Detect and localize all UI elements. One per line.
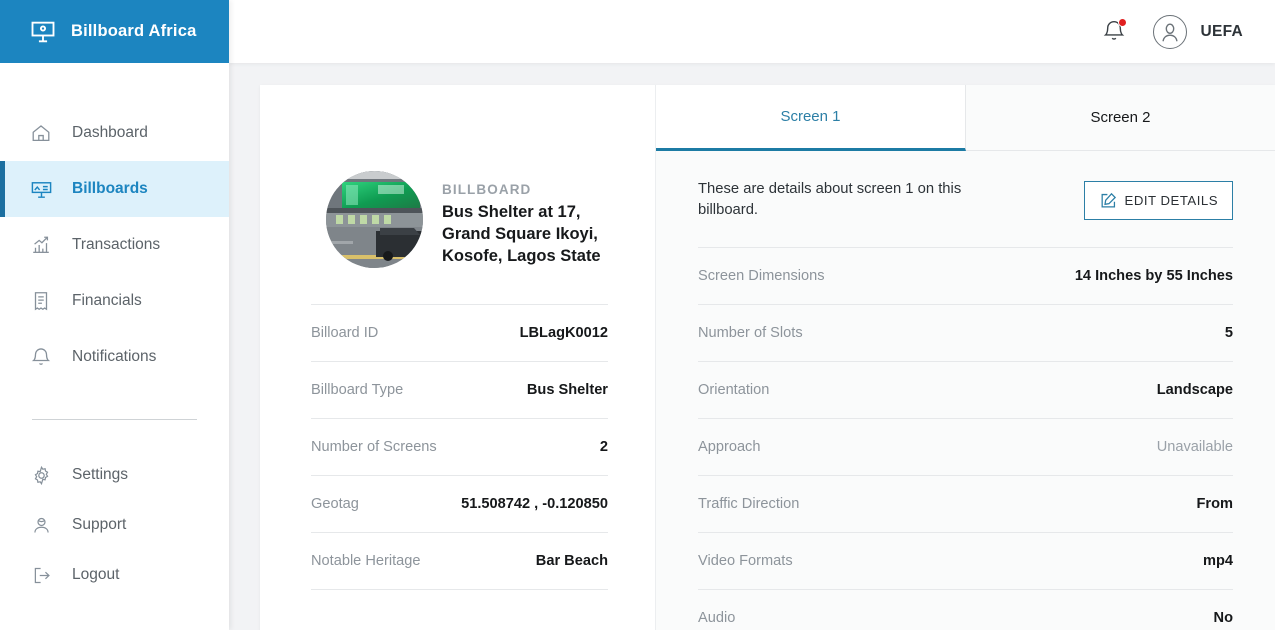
table-row: Orientation Landscape [698, 361, 1233, 418]
table-row: Billboard Type Bus Shelter [311, 361, 608, 418]
sidebar: Billboard Africa Dashboard Billb [0, 0, 229, 630]
row-label: Video Formats [698, 553, 793, 569]
billboard-title: Bus Shelter at 17, Grand Square Ikoyi, K… [442, 202, 622, 267]
top-header-bar: UEFA [229, 0, 1275, 63]
billboard-thumbnail [326, 171, 423, 268]
billboard-icon [28, 17, 58, 47]
billboard-kicker: BILLBOARD [442, 182, 622, 197]
screens-panel: Screen 1 Screen 2 These are details abou… [655, 85, 1275, 630]
edit-details-button[interactable]: EDIT DETAILS [1084, 181, 1233, 220]
row-label: Notable Heritage [311, 553, 421, 569]
edit-pencil-icon [1099, 191, 1118, 210]
billboard-detail-card: BILLBOARD Bus Shelter at 17, Grand Squar… [260, 85, 1275, 630]
table-row: Geotag 51.508742 , -0.120850 [311, 475, 608, 532]
logout-icon [28, 562, 54, 588]
bell-icon [28, 344, 54, 370]
sidebar-item-label: Notifications [72, 348, 156, 366]
screen-description: These are details about screen 1 on this… [698, 179, 968, 221]
row-value: 5 [1225, 325, 1233, 341]
row-label: Orientation [698, 382, 769, 398]
billboard-header: BILLBOARD Bus Shelter at 17, Grand Squar… [260, 85, 655, 268]
row-value: LBLagK0012 [520, 325, 608, 341]
table-row: Traffic Direction From [698, 475, 1233, 532]
sidebar-item-billboards[interactable]: Billboards [0, 161, 229, 217]
sidebar-nav-secondary: Settings Support Logout [0, 420, 229, 600]
main-content: BILLBOARD Bus Shelter at 17, Grand Squar… [229, 63, 1275, 630]
sidebar-item-label: Dashboard [72, 124, 148, 142]
gear-icon [28, 462, 54, 488]
support-agent-icon [28, 512, 54, 538]
table-row: Number of Screens 2 [311, 418, 608, 475]
row-value: mp4 [1203, 553, 1233, 569]
sidebar-item-logout[interactable]: Logout [0, 550, 229, 600]
avatar [1153, 15, 1187, 49]
tab-label: Screen 1 [780, 108, 840, 125]
row-value: Bar Beach [536, 553, 608, 569]
sidebar-item-dashboard[interactable]: Dashboard [0, 105, 229, 161]
bar-chart-icon [28, 232, 54, 258]
sidebar-item-label: Logout [72, 566, 119, 584]
notifications-button[interactable] [1101, 17, 1127, 47]
row-label: Screen Dimensions [698, 268, 825, 284]
brand-header[interactable]: Billboard Africa [0, 0, 229, 63]
edit-details-label: EDIT DETAILS [1125, 193, 1218, 208]
tab-screen-2[interactable]: Screen 2 [966, 85, 1275, 151]
screen-tabs: Screen 1 Screen 2 [656, 85, 1275, 151]
screen-intro-row: These are details about screen 1 on this… [656, 151, 1275, 221]
brand-title: Billboard Africa [71, 22, 196, 41]
user-menu[interactable]: UEFA [1153, 15, 1243, 49]
home-icon [28, 120, 54, 146]
table-row: Screen Dimensions 14 Inches by 55 Inches [698, 247, 1233, 304]
billboard-meta: BILLBOARD Bus Shelter at 17, Grand Squar… [442, 171, 622, 268]
row-value: Unavailable [1157, 439, 1233, 455]
row-label: Number of Slots [698, 325, 803, 341]
sidebar-item-financials[interactable]: Financials [0, 273, 229, 329]
sidebar-item-notifications[interactable]: Notifications [0, 329, 229, 385]
row-value: 51.508742 , -0.120850 [461, 496, 608, 512]
row-value: Landscape [1157, 382, 1233, 398]
row-value: 2 [600, 439, 608, 455]
sidebar-item-settings[interactable]: Settings [0, 450, 229, 500]
sidebar-nav: Dashboard Billboards T [0, 63, 229, 385]
row-value: Bus Shelter [527, 382, 608, 398]
table-row: Audio No [698, 589, 1233, 630]
row-value: No [1214, 610, 1233, 626]
billboard-summary-column: BILLBOARD Bus Shelter at 17, Grand Squar… [260, 85, 655, 630]
billboard-details-list: Billoard ID LBLagK0012 Billboard Type Bu… [311, 304, 608, 630]
receipt-icon [28, 288, 54, 314]
row-label: Number of Screens [311, 439, 437, 455]
row-label: Audio [698, 610, 735, 626]
billboard-icon [28, 176, 54, 202]
row-value: From [1197, 496, 1233, 512]
row-value: 14 Inches by 55 Inches [1075, 268, 1233, 284]
tab-screen-1[interactable]: Screen 1 [656, 85, 966, 151]
row-label: Approach [698, 439, 760, 455]
table-row: Video Formats mp4 [698, 532, 1233, 589]
sidebar-item-label: Financials [72, 292, 142, 310]
row-label: Traffic Direction [698, 496, 799, 512]
notification-badge-dot [1118, 18, 1127, 27]
sidebar-item-label: Transactions [72, 236, 160, 254]
sidebar-item-transactions[interactable]: Transactions [0, 217, 229, 273]
tab-label: Screen 2 [1090, 109, 1150, 126]
screen-details-list: Screen Dimensions 14 Inches by 55 Inches… [698, 247, 1233, 630]
app-root: Billboard Africa Dashboard Billb [0, 0, 1275, 630]
table-row: Approach Unavailable [698, 418, 1233, 475]
row-label: Billboard Type [311, 382, 403, 398]
sidebar-item-label: Billboards [72, 180, 148, 198]
sidebar-item-support[interactable]: Support [0, 500, 229, 550]
table-row-partial [311, 589, 608, 630]
row-label: Billoard ID [311, 325, 378, 341]
table-row: Number of Slots 5 [698, 304, 1233, 361]
table-row: Billoard ID LBLagK0012 [311, 304, 608, 361]
sidebar-item-label: Support [72, 516, 126, 534]
sidebar-item-label: Settings [72, 466, 128, 484]
user-name-label: UEFA [1200, 23, 1243, 41]
table-row: Notable Heritage Bar Beach [311, 532, 608, 589]
row-label: Geotag [311, 496, 359, 512]
